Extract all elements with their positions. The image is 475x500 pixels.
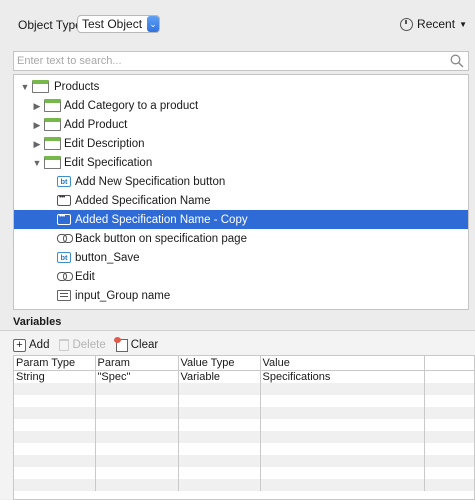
- tree-item-label: Add New Specification button: [75, 175, 226, 188]
- tree-folder[interactable]: ▼ Edit Specification: [14, 153, 468, 172]
- table-row[interactable]: String "Spec" Variable Specifications: [14, 370, 474, 383]
- input-icon: [57, 290, 71, 301]
- collapse-triangle-icon[interactable]: ▶: [32, 101, 42, 111]
- tree-item-label: Back button on specification page: [75, 232, 247, 245]
- trash-icon: [59, 339, 70, 351]
- folder-icon: [44, 99, 61, 112]
- tree-item-label: Added Specification Name - Copy: [75, 213, 248, 226]
- object-tree: ▼ Products ▶ Add Category to a product ▶…: [13, 74, 469, 310]
- tree-item-selected[interactable]: Added Specification Name - Copy: [14, 210, 468, 229]
- tree-folder[interactable]: ▶ Add Product: [14, 115, 468, 134]
- search-input[interactable]: [14, 52, 434, 70]
- tree-item[interactable]: Added Specification Name: [14, 191, 468, 210]
- expand-triangle-icon[interactable]: ▼: [20, 82, 30, 92]
- table-cell[interactable]: String: [14, 370, 96, 383]
- table-row-empty: [14, 394, 474, 407]
- tree-folder-label: Add Category to a product: [64, 99, 199, 112]
- tree-folder-label: Add Product: [64, 118, 128, 131]
- tree-item[interactable]: bt Add New Specification button: [14, 172, 468, 191]
- tree-folder-label: Edit Description: [64, 137, 145, 150]
- delete-variable-button[interactable]: Delete: [59, 339, 106, 351]
- top-bar: Object Type Test Object ⌄ Recent ▼: [0, 0, 475, 46]
- variables-table: Param Type Param Value Type Value String…: [13, 355, 475, 500]
- clear-icon: [113, 336, 128, 352]
- folder-icon: [44, 118, 61, 131]
- table-cell: [424, 370, 474, 383]
- tree-folder[interactable]: ▶ Add Category to a product: [14, 96, 468, 115]
- search-icon[interactable]: [450, 54, 464, 68]
- tree-root-products[interactable]: ▼ Products: [14, 77, 468, 96]
- recent-dropdown[interactable]: Recent ▼: [400, 17, 467, 31]
- column-header-empty: [424, 356, 474, 371]
- tree-item-label: input_Group name: [75, 289, 171, 302]
- object-type-label: Object Type: [18, 18, 82, 32]
- plus-icon: +: [13, 338, 26, 352]
- link-icon: [57, 272, 73, 281]
- variables-section: + Add Delete Clear Param Type Param Valu…: [0, 330, 475, 500]
- table-row-empty: [14, 442, 474, 455]
- column-header[interactable]: Value Type: [178, 356, 261, 371]
- element-icon: [57, 213, 71, 225]
- column-header[interactable]: Value: [260, 356, 425, 371]
- variables-toolbar: + Add Delete Clear: [13, 335, 158, 355]
- column-header[interactable]: Param: [95, 356, 179, 371]
- table-header-row: Param Type Param Value Type Value: [14, 356, 474, 371]
- folder-icon: [44, 137, 61, 150]
- table-row-empty: [14, 382, 474, 395]
- tree-item-label: button_Save: [75, 251, 140, 264]
- link-icon: [57, 234, 73, 243]
- table-row-empty: [14, 430, 474, 443]
- element-icon: [57, 194, 71, 206]
- tree-item-label: Added Specification Name: [75, 194, 211, 207]
- tree-root-label: Products: [54, 80, 100, 93]
- table-cell[interactable]: "Spec": [95, 370, 179, 383]
- tree-item[interactable]: bt button_Save: [14, 248, 468, 267]
- table-row-empty: [14, 406, 474, 419]
- tree-folder[interactable]: ▶ Edit Description: [14, 134, 468, 153]
- clear-label: Clear: [130, 339, 159, 351]
- table-row-empty: [14, 466, 474, 479]
- folder-icon: [44, 156, 61, 169]
- object-type-value: Test Object: [82, 17, 143, 31]
- expand-triangle-icon[interactable]: ▼: [32, 158, 42, 168]
- recent-label: Recent: [417, 17, 456, 31]
- tree-item[interactable]: Back button on specification page: [14, 229, 468, 248]
- add-label: Add: [29, 339, 50, 351]
- bt-button-icon: bt: [57, 176, 71, 187]
- clear-variables-button[interactable]: Clear: [113, 336, 159, 352]
- table-row-empty: [14, 478, 474, 491]
- table-cell[interactable]: Variable: [178, 370, 261, 383]
- search-box: [13, 51, 469, 71]
- variables-title: Variables: [13, 316, 62, 328]
- folder-icon: [32, 80, 49, 93]
- tree-item[interactable]: Edit: [14, 267, 468, 286]
- table-row-empty: [14, 418, 474, 431]
- tree-item-label: Edit: [75, 270, 95, 283]
- tree-folder-label: Edit Specification: [64, 156, 153, 169]
- tree-item[interactable]: input_Group name: [14, 286, 468, 305]
- add-variable-button[interactable]: + Add: [13, 338, 50, 352]
- column-header[interactable]: Param Type: [14, 356, 96, 371]
- object-type-select[interactable]: Test Object ⌄: [77, 15, 161, 33]
- bt-button-icon: bt: [57, 252, 71, 263]
- delete-label: Delete: [72, 339, 106, 351]
- dropdown-caret-icon: ▼: [459, 19, 467, 29]
- table-cell[interactable]: Specifications: [260, 370, 425, 383]
- clock-icon: [400, 17, 414, 31]
- object-panel: Object Type Test Object ⌄ Recent ▼ ▼ Pro…: [0, 0, 475, 500]
- table-row-empty: [14, 454, 474, 467]
- collapse-triangle-icon[interactable]: ▶: [32, 120, 42, 130]
- collapse-triangle-icon[interactable]: ▶: [32, 139, 42, 149]
- select-stepper-icon: ⌄: [147, 16, 160, 32]
